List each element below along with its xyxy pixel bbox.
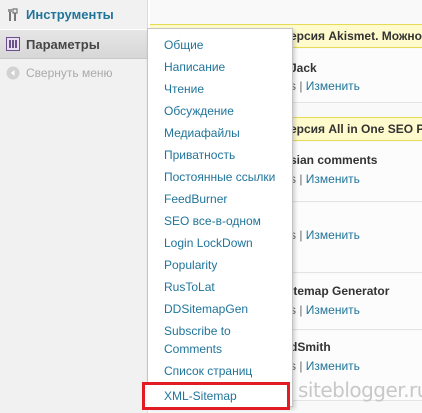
edit-link[interactable]: Изменить	[306, 172, 360, 186]
edit-link[interactable]: Изменить	[306, 79, 360, 93]
edit-link[interactable]: Изменить	[306, 359, 360, 373]
notice-text: ерсия Akismet. Можно	[290, 29, 422, 43]
submenu-item-discussion[interactable]: Обсуждение	[148, 100, 292, 122]
tools-icon	[6, 7, 20, 22]
sidebar-item-label: Параметры	[26, 36, 100, 52]
submenu-item-general[interactable]: Общие	[148, 34, 292, 56]
settings-icon	[6, 37, 20, 51]
collapse-menu-label: Свернуть меню	[26, 66, 113, 80]
collapse-arrow-icon	[6, 66, 20, 80]
edit-link[interactable]: Изменить	[306, 228, 360, 242]
plugin-name: dSmith	[290, 340, 331, 354]
submenu-item-page-list[interactable]: Список страниц	[148, 360, 292, 382]
admin-sidebar: Инструменты Параметры Свернуть меню	[0, 0, 150, 413]
collapse-menu-button[interactable]: Свернуть меню	[0, 60, 147, 86]
edit-link[interactable]: Изменить	[306, 303, 360, 317]
settings-submenu: Общие Написание Чтение Обсуждение Медиаф…	[142, 28, 293, 410]
submenu-item-feedburner[interactable]: FeedBurner	[148, 188, 292, 210]
submenu-item-login-lockdown[interactable]: Login LockDown	[148, 232, 292, 254]
submenu-item-ddsitemapgen[interactable]: DDSitemapGen	[148, 298, 292, 320]
sidebar-item-tools[interactable]: Инструменты	[0, 0, 147, 29]
sidebar-item-settings[interactable]: Параметры	[0, 29, 150, 59]
plugin-name: Jack	[290, 61, 317, 75]
submenu-item-privacy[interactable]: Приватность	[148, 144, 292, 166]
submenu-item-xml-sitemap[interactable]: XML-Sitemap	[142, 382, 290, 410]
submenu-item-subscribe-comments[interactable]: Subscribe to Comments	[148, 320, 268, 360]
plugin-name: sian comments	[290, 153, 378, 167]
submenu-item-reading[interactable]: Чтение	[148, 78, 292, 100]
submenu-item-popularity[interactable]: Popularity	[148, 254, 292, 276]
submenu-item-writing[interactable]: Написание	[148, 56, 292, 78]
submenu-item-seo[interactable]: SEO все-в-одном	[148, 210, 292, 232]
submenu-item-permalinks[interactable]: Постоянные ссылки	[148, 166, 292, 188]
notice-text: ерсия All in One SEO Pa	[290, 122, 422, 136]
watermark: siteblogger.ru	[298, 378, 422, 402]
submenu-item-media[interactable]: Медиафайлы	[148, 122, 292, 144]
sidebar-item-label: Инструменты	[26, 7, 114, 22]
submenu-item-rustolat[interactable]: RusToLat	[148, 276, 292, 298]
plugin-name: itemap Generator	[290, 284, 390, 298]
